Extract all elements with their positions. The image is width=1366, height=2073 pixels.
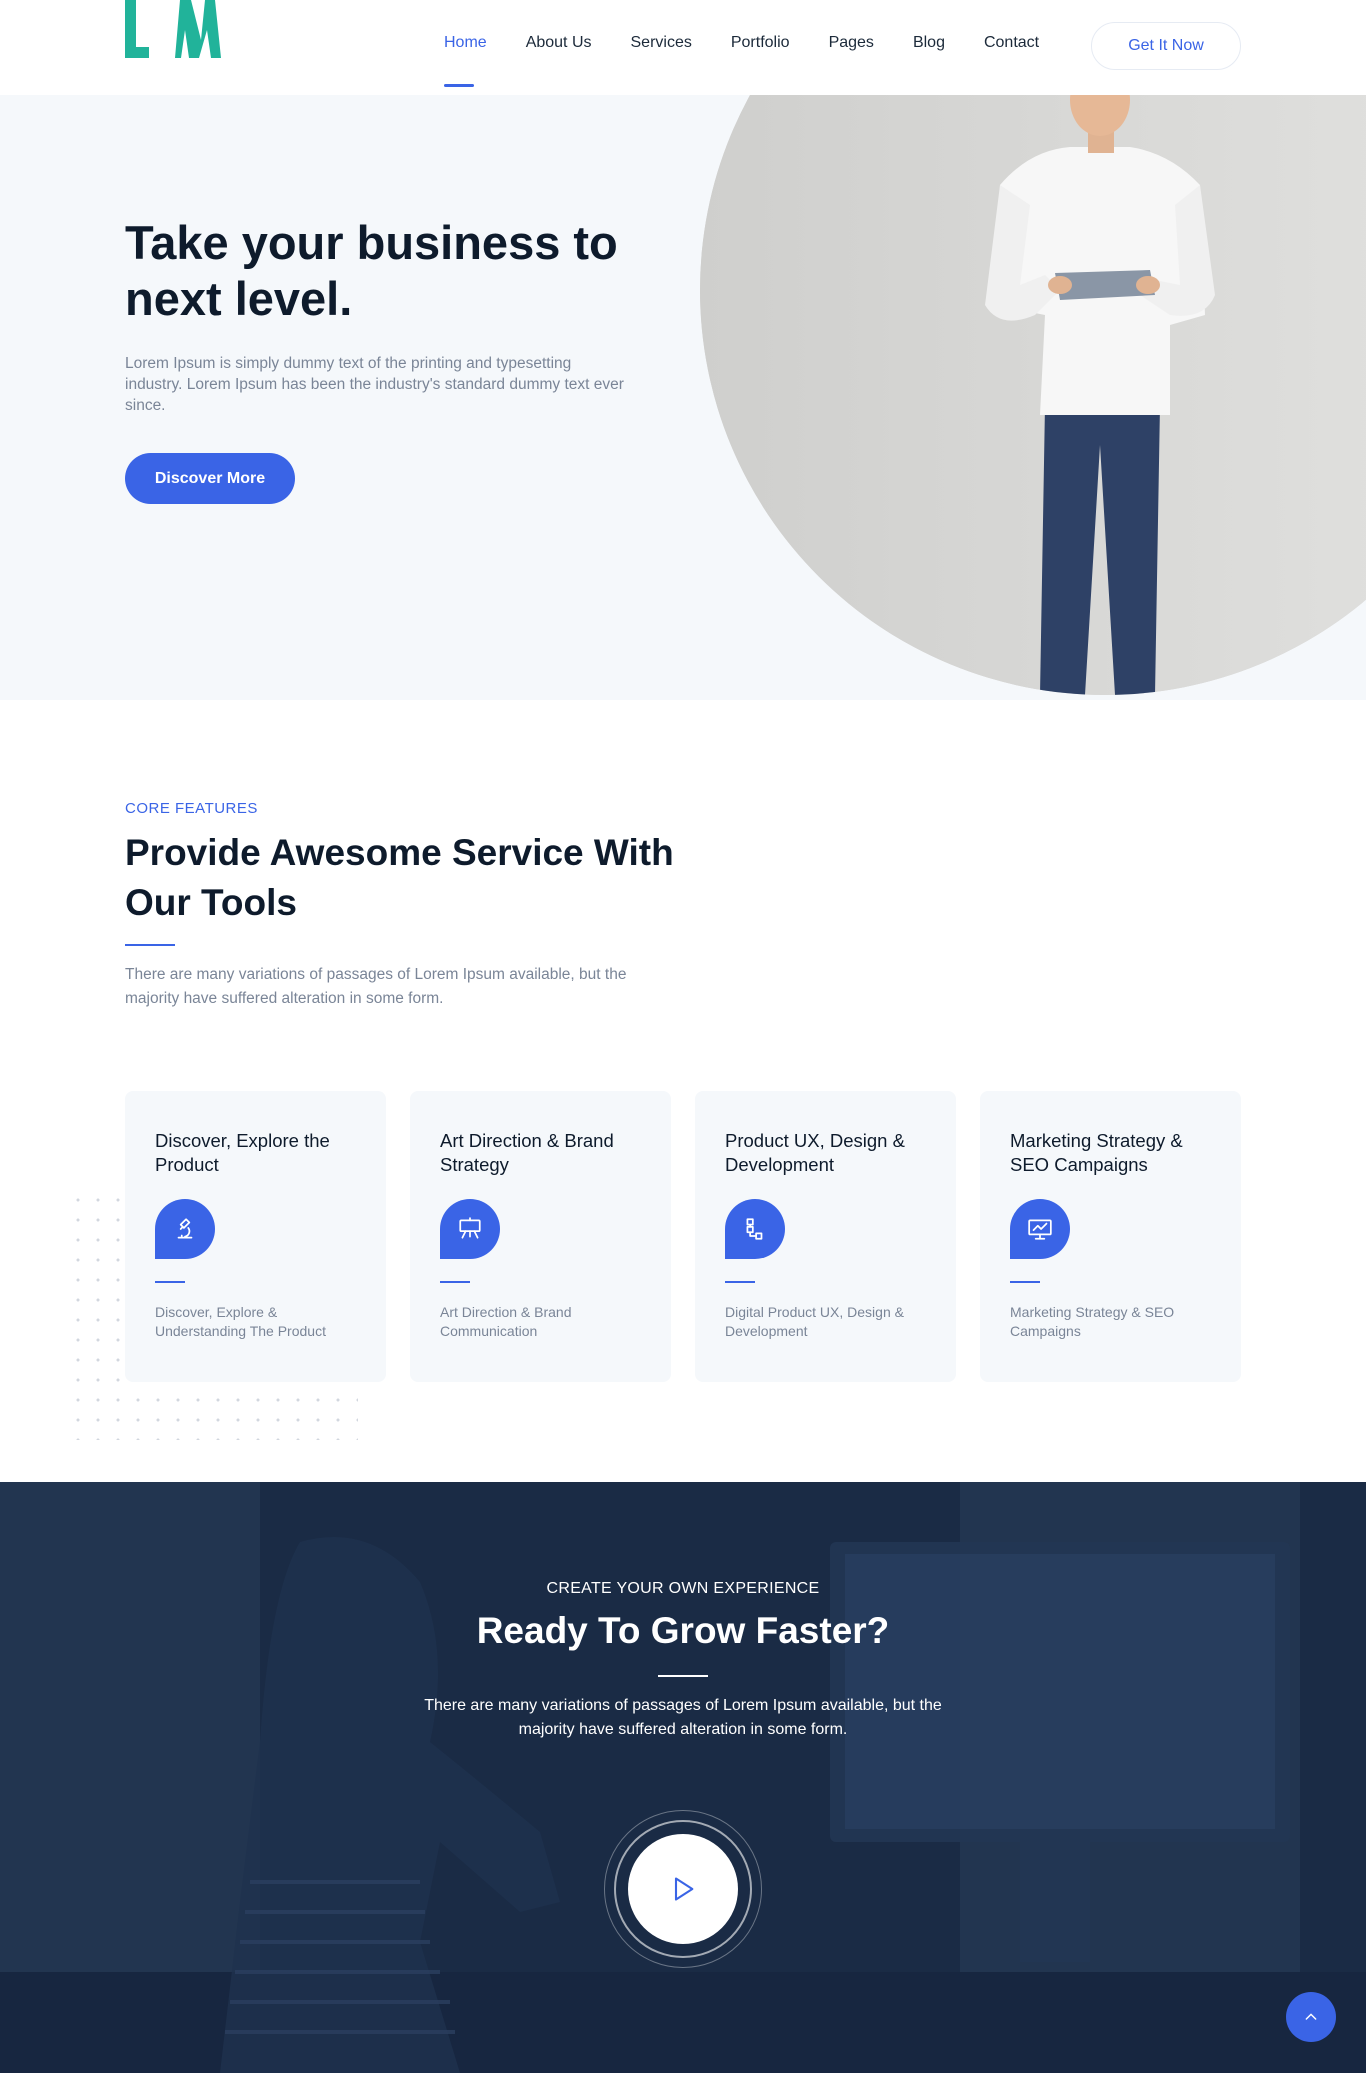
- feature-card-divider: [725, 1281, 755, 1283]
- feature-card-title: Product UX, Design & Development: [725, 1130, 905, 1175]
- nav-portfolio[interactable]: Portfolio: [731, 34, 790, 52]
- feature-card-title: Marketing Strategy & SEO Campaigns: [1010, 1130, 1183, 1175]
- presentation-board-icon: [440, 1199, 500, 1259]
- play-video-button[interactable]: [628, 1834, 738, 1944]
- cta-title: Ready To Grow Faster?: [476, 1610, 890, 1651]
- play-icon: [674, 1877, 694, 1901]
- feature-cards: Discover, Explore the Product Discover, …: [125, 1091, 1241, 1382]
- hero-image: [700, 95, 1366, 695]
- nav-pages[interactable]: Pages: [829, 34, 874, 52]
- feature-card-text: Art Direction & Brand Communication: [440, 1304, 572, 1339]
- feature-card-title: Art Direction & Brand Strategy: [440, 1130, 614, 1175]
- cta-background-image: [0, 1482, 1366, 2073]
- feature-card-text: Marketing Strategy & SEO Campaigns: [1010, 1304, 1175, 1339]
- hero-description: Lorem Ipsum is simply dummy text of the …: [125, 355, 624, 414]
- feature-card-divider: [440, 1281, 470, 1283]
- cta-divider: [658, 1675, 708, 1677]
- feature-card-text: Digital Product UX, Design & Development: [725, 1304, 904, 1339]
- feature-card[interactable]: Product UX, Design & Development Digital…: [695, 1091, 956, 1382]
- nav-blog[interactable]: Blog: [913, 34, 945, 52]
- feature-card[interactable]: Marketing Strategy & SEO Campaigns Marke…: [980, 1091, 1241, 1382]
- scroll-to-top-button[interactable]: [1286, 1992, 1336, 2042]
- hero-title: Take your business to next level.: [125, 216, 618, 325]
- feature-card-divider: [155, 1281, 185, 1283]
- feature-card[interactable]: Discover, Explore the Product Discover, …: [125, 1091, 386, 1382]
- site-header: Home About Us Services Portfolio Pages B…: [0, 0, 1366, 95]
- cta-section: CREATE YOUR OWN EXPERIENCE Ready To Grow…: [0, 1482, 1366, 2073]
- microscope-icon: [155, 1199, 215, 1259]
- cta-eyebrow: CREATE YOUR OWN EXPERIENCE: [546, 1580, 820, 1597]
- nav-services[interactable]: Services: [631, 34, 692, 52]
- feature-card[interactable]: Art Direction & Brand Strategy Art Direc…: [410, 1091, 671, 1382]
- features-eyebrow: CORE FEATURES: [125, 800, 258, 817]
- feature-card-text: Discover, Explore & Understanding The Pr…: [155, 1304, 326, 1339]
- logo[interactable]: [125, 0, 235, 60]
- nav-about[interactable]: About Us: [526, 34, 592, 52]
- get-it-now-button[interactable]: Get It Now: [1091, 22, 1241, 70]
- discover-more-button[interactable]: Discover More: [125, 453, 295, 504]
- cta-description: There are many variations of passages of…: [424, 1697, 942, 1738]
- feature-card-divider: [1010, 1281, 1040, 1283]
- monitor-chart-icon: [1010, 1199, 1070, 1259]
- features-description: There are many variations of passages of…: [125, 966, 627, 1007]
- nav-home[interactable]: Home: [444, 34, 487, 87]
- features-divider: [125, 944, 175, 946]
- features-title: Provide Awesome Service With Our Tools: [125, 832, 674, 923]
- chevron-up-icon: [1305, 2013, 1317, 2020]
- main-nav: Home About Us Services Portfolio Pages B…: [444, 34, 1078, 87]
- feature-card-title: Discover, Explore the Product: [155, 1130, 330, 1175]
- hero-section: Take your business to next level. Lorem …: [0, 95, 1366, 700]
- nav-contact[interactable]: Contact: [984, 34, 1039, 52]
- flowchart-icon: [725, 1199, 785, 1259]
